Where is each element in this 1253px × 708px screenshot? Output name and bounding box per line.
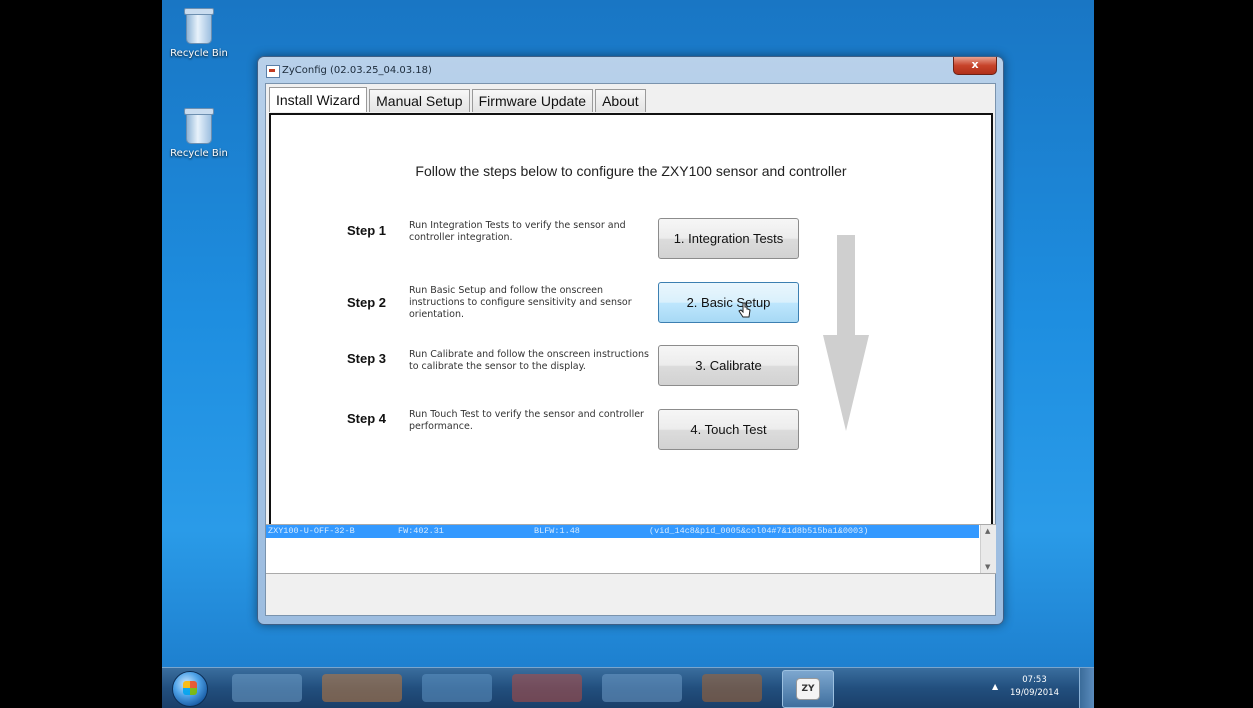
- step-3-label: Step 3: [347, 351, 387, 366]
- clock-date: 19/09/2014: [1010, 688, 1059, 698]
- show-desktop-button[interactable]: [1079, 668, 1094, 708]
- install-wizard-panel: Follow the steps below to configure the …: [269, 113, 993, 529]
- tray-expand-icon[interactable]: ▲: [992, 682, 998, 691]
- recycle-bin-full-icon[interactable]: Recycle Bin: [164, 8, 234, 59]
- basic-setup-button[interactable]: 2. Basic Setup: [658, 282, 799, 323]
- tab-firmware-update[interactable]: Firmware Update: [471, 89, 593, 112]
- taskbar-app-button[interactable]: [422, 674, 492, 702]
- integration-tests-button[interactable]: 1. Integration Tests: [658, 218, 799, 259]
- zyconfig-taskbar-button[interactable]: ZY: [782, 670, 834, 708]
- taskbar-app-button[interactable]: [232, 674, 302, 702]
- recycle-bin-graphic: [184, 108, 214, 144]
- scroll-down-icon[interactable]: ▼: [985, 563, 990, 571]
- window-client-area: Install Wizard Manual Setup Firmware Upd…: [265, 83, 996, 616]
- clock-time: 07:53: [1022, 675, 1047, 685]
- step-4-description: Run Touch Test to verify the sensor and …: [409, 409, 644, 432]
- scroll-up-icon[interactable]: ▲: [985, 527, 990, 535]
- tab-bar: Install Wizard Manual Setup Firmware Upd…: [269, 87, 646, 112]
- step-1-description: Run Integration Tests to verify the sens…: [409, 220, 626, 243]
- device-list[interactable]: ZXY100-U-OFF-32-B FW:402.31 BLFW:1.48 (v…: [266, 524, 996, 574]
- step-2-label: Step 2: [347, 295, 387, 310]
- taskbar-app-button[interactable]: [702, 674, 762, 702]
- step-2-description: Run Basic Setup and follow the onscreen …: [409, 285, 632, 320]
- taskbar-app-button[interactable]: [602, 674, 682, 702]
- touch-test-button[interactable]: 4. Touch Test: [658, 409, 799, 450]
- device-model: ZXY100-U-OFF-32-B: [268, 526, 355, 536]
- zy-app-icon: ZY: [796, 678, 820, 700]
- system-clock[interactable]: 07:53 19/09/2014: [1007, 674, 1062, 700]
- device-firmware: FW:402.31: [398, 526, 444, 536]
- recycle-bin-graphic: [184, 8, 214, 44]
- down-arrow-icon: [823, 235, 869, 431]
- wizard-headline: Follow the steps below to configure the …: [415, 163, 847, 179]
- window-title: ZyConfig (02.03.25_04.03.18): [282, 65, 432, 76]
- app-icon: [266, 65, 280, 78]
- step-4-label: Step 4: [347, 411, 387, 426]
- close-button[interactable]: x: [953, 57, 997, 75]
- taskbar-app-button[interactable]: [512, 674, 582, 702]
- desktop-icon-label: Recycle Bin: [170, 48, 228, 59]
- zyconfig-window: ZyConfig (02.03.25_04.03.18) x Install W…: [257, 56, 1004, 625]
- hand-cursor-icon: [738, 302, 751, 318]
- windows-start-orb-icon[interactable]: [172, 671, 208, 707]
- window-titlebar[interactable]: ZyConfig (02.03.25_04.03.18) x: [258, 57, 1003, 83]
- device-list-scrollbar[interactable]: ▲ ▼: [980, 525, 996, 573]
- device-hardware-id: (vid_14c8&pid_0005&col04#7&1d8b515ba1&00…: [649, 526, 869, 536]
- desktop-icon-label: Recycle Bin: [170, 148, 228, 159]
- recycle-bin-empty-icon[interactable]: Recycle Bin: [164, 108, 234, 159]
- taskbar: ZY ▲ 07:53 19/09/2014: [162, 667, 1094, 708]
- desktop: Recycle Bin Recycle Bin ZyConfig (02.03.…: [162, 0, 1094, 707]
- taskbar-app-button[interactable]: [322, 674, 402, 702]
- device-list-row[interactable]: ZXY100-U-OFF-32-B FW:402.31 BLFW:1.48 (v…: [266, 525, 979, 538]
- step-1-label: Step 1: [347, 223, 387, 238]
- calibrate-button[interactable]: 3. Calibrate: [658, 345, 799, 386]
- tab-install-wizard[interactable]: Install Wizard: [269, 87, 368, 112]
- step-3-description: Run Calibrate and follow the onscreen in…: [409, 349, 649, 372]
- device-bootloader-firmware: BLFW:1.48: [534, 526, 580, 536]
- tab-manual-setup[interactable]: Manual Setup: [369, 89, 470, 112]
- tab-about[interactable]: About: [595, 89, 646, 112]
